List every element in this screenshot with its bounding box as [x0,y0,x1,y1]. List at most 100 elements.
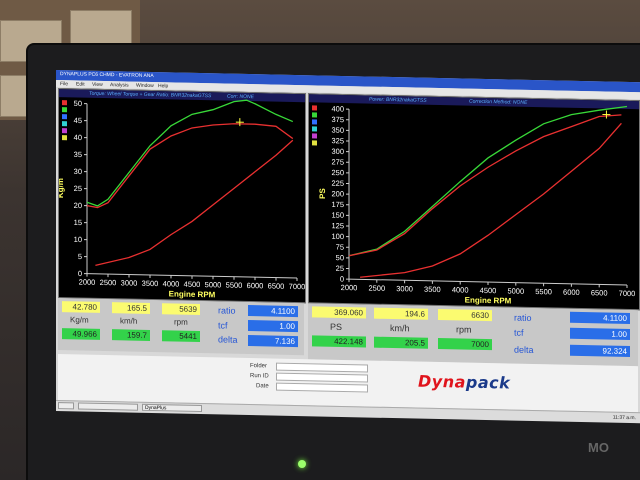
y-tick-label: 5 [78,252,82,261]
x-axis-label: Engine RPM [169,289,216,299]
delta-value[interactable]: 92.324 [570,344,630,358]
run-id-field[interactable] [276,372,368,383]
delta-label: delta [218,334,238,345]
y-tick-label: 400 [331,104,344,113]
readout-power-peak: 422.148 [312,335,366,348]
screen: DYNAPLUS PC6 CHMD - EVATRON ANA File Edi… [56,70,640,424]
power-chart-panel: Power: BNR32nakaGTSS Correction Method: … [308,93,640,311]
y-tick-label: 125 [331,221,344,230]
background-box [70,10,132,47]
date-field[interactable] [276,382,368,393]
delta-label: delta [514,344,534,356]
y-axis-label: PS [318,187,327,199]
tcf-label: tcf [514,327,524,338]
y-tick-label: 20 [74,201,82,210]
menu-window[interactable]: Window [136,83,154,89]
readout-rpm-value: 5639 [162,303,200,316]
y-tick-label: 300 [331,147,344,156]
y-tick-label: 15 [74,218,82,227]
x-tick-label: 3500 [424,285,441,294]
x-tick-label: 7000 [619,289,636,298]
ratio-value[interactable]: 4.1100 [248,305,298,318]
series-line-0 [86,99,294,207]
y-tick-label: 30 [74,167,82,176]
x-tick-label: 6000 [563,288,580,297]
x-tick-label: 5000 [205,280,222,289]
y-axis-label: Kg/m [59,178,65,198]
series-line-0 [348,105,628,257]
taskbar-item[interactable] [78,402,138,411]
x-tick-label: 5500 [226,281,243,290]
y-tick-label: 0 [340,274,344,283]
x-tick-label: 7000 [289,282,305,291]
y-tick-label: 200 [331,189,344,198]
power-unit-label: PS [330,321,343,332]
x-tick-label: 3500 [142,279,159,288]
y-tick-label: 175 [331,200,344,209]
logo-part-1: Dyna [418,371,466,392]
readout-power-value: 369.060 [312,306,366,319]
y-tick-label: 225 [331,179,344,188]
x-tick-label: 4500 [480,286,497,295]
x-axis-label: Engine RPM [465,296,512,306]
logo-part-2: pack [465,372,511,393]
menu-edit[interactable]: Edit [76,81,85,87]
menu-view[interactable]: View [92,82,103,88]
dynapack-logo: Dynapack [418,372,510,393]
y-tick-label: 25 [336,264,344,273]
folder-field[interactable] [276,362,368,373]
app-title: DYNAPLUS PC6 CHMD - EVATRON ANA [60,71,154,80]
tcf-value[interactable]: 1.00 [248,320,298,333]
ratio-value[interactable]: 4.1100 [570,311,630,325]
readout-speed-value: 165.5 [112,302,150,314]
x-tick-label: 2000 [79,277,96,286]
ratio-label: ratio [218,305,236,316]
delta-value[interactable]: 7.136 [248,335,298,348]
x-tick-label: 6000 [247,281,264,290]
tcf-label: tcf [218,320,228,331]
series-line-2 [360,122,622,278]
taskbar-clock: 11:37 a.m. [612,414,636,422]
x-tick-label: 6500 [591,288,608,297]
menu-analysis[interactable]: Analysis [110,82,129,88]
rpm-unit-label: rpm [174,317,188,327]
speed-unit-label: km/h [390,322,410,334]
y-tick-label: 50 [336,253,344,262]
tcf-value[interactable]: 1.00 [570,327,630,341]
torque-unit-label: Kg/m [70,315,89,325]
folder-label: Folder [250,363,268,370]
readout-rpm-peak: 5441 [162,330,200,343]
readout-rpm-peak: 7000 [438,338,492,351]
y-tick-label: 25 [74,184,82,193]
date-label: Date [256,383,269,390]
menu-help[interactable]: Help [158,83,168,89]
power-chart[interactable]: 2000 2500 3000 3500 4000 4500 5000 5500 6000 6500… [309,94,639,309]
y-tick-label: 50 [74,99,82,108]
series-line-2 [95,139,294,266]
y-tick-label: 150 [331,211,344,220]
y-tick-label: 10 [74,235,82,244]
readout-speed-value: 194.6 [374,307,428,320]
x-tick-label: 4000 [452,285,469,294]
series-line-1 [348,114,622,257]
readout-speed-peak: 159.7 [112,329,150,341]
y-tick-label: 35 [74,150,82,159]
x-tick-label: 4000 [163,279,180,288]
start-button[interactable] [58,402,74,410]
y-tick-label: 100 [331,232,344,241]
torque-readouts: 42.780 165.5 5639 Kg/m km/h rpm 49.966 1… [58,298,304,356]
taskbar-item-dynaplus[interactable]: DynaPlus [142,403,202,413]
run-id-label: Run ID [250,373,269,380]
readout-rpm-value: 6630 [438,309,492,322]
menu-file[interactable]: File [60,81,68,87]
readout-torque-value: 42.780 [62,301,100,313]
x-tick-label: 5500 [535,287,552,296]
x-tick-label: 2500 [100,278,117,287]
monitor-brand: MO [588,440,609,455]
torque-chart[interactable]: 2000 2500 3000 3500 4000 4500 5000 5500 6000 6500… [59,89,305,302]
y-tick-label: 0 [78,269,82,278]
y-tick-label: 40 [74,133,82,142]
readout-torque-peak: 49.966 [62,328,100,340]
power-led [298,460,306,468]
x-tick-label: 3000 [396,284,413,293]
